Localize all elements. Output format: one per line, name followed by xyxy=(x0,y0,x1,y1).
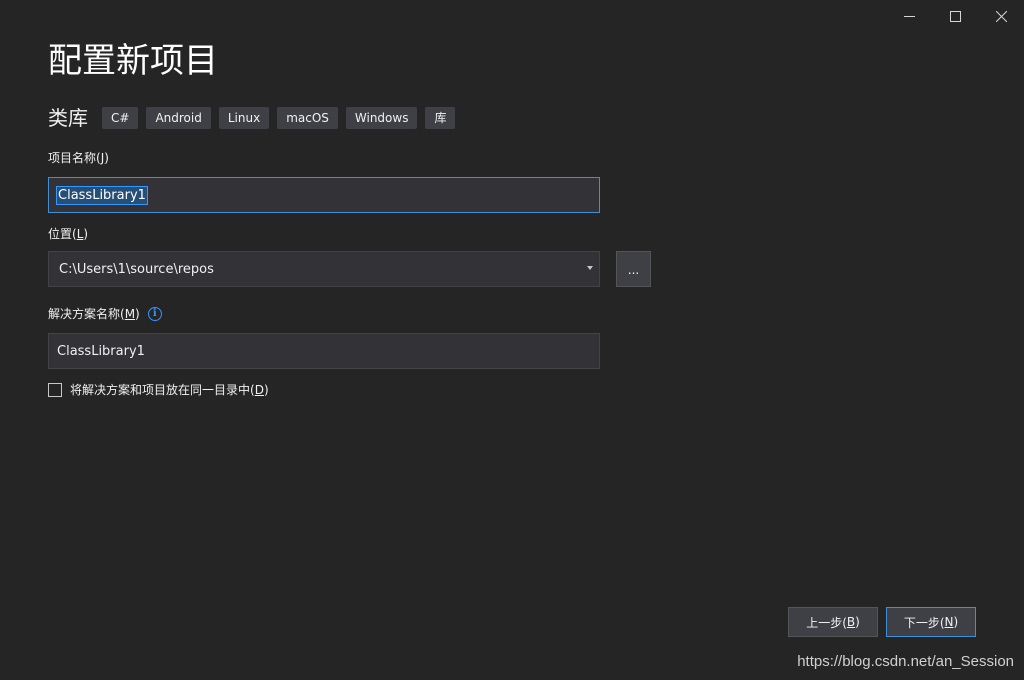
project-name-label-end: ) xyxy=(104,151,109,165)
maximize-button[interactable] xyxy=(932,0,978,32)
close-icon xyxy=(995,10,1007,22)
next-button-label-end: ) xyxy=(953,615,959,629)
configure-project-window: 配置新项目 类库 C# Android Linux macOS Windows … xyxy=(0,0,1024,680)
project-name-value: ClassLibrary1 xyxy=(56,185,148,205)
window-controls xyxy=(886,0,1024,32)
location-label: 位置(L) xyxy=(48,226,88,242)
location-combobox[interactable]: C:\Users\1\source\repos xyxy=(48,251,600,287)
template-name: 类库 xyxy=(48,106,88,130)
location-value: C:\Users\1\source\repos xyxy=(59,261,214,277)
tag-windows: Windows xyxy=(345,107,418,129)
tag-linux: Linux xyxy=(218,107,270,129)
maximize-icon xyxy=(949,10,961,22)
minimize-button[interactable] xyxy=(886,0,932,32)
location-label-end: ) xyxy=(83,227,89,241)
solution-name-label: 解决方案名称(M) i xyxy=(48,306,162,322)
browse-button-label: ... xyxy=(627,263,640,277)
project-name-input[interactable]: ClassLibrary1 xyxy=(48,177,600,213)
project-name-label-text: 项目名称( xyxy=(48,151,101,165)
template-tag-row: 类库 C# Android Linux macOS Windows 库 xyxy=(48,106,463,130)
next-button-label: 下一步( xyxy=(903,615,945,630)
next-button[interactable]: 下一步(N) xyxy=(886,607,976,637)
location-mnemonic: L xyxy=(76,227,84,241)
solution-name-label-text: 解决方案名称( xyxy=(48,307,125,321)
watermark-text: https://blog.csdn.net/an_Session xyxy=(797,653,1014,670)
location-label-text: 位置( xyxy=(48,227,77,241)
same-directory-label: 将解决方案和项目放在同一目录中( xyxy=(70,383,255,397)
back-button-mnemonic: B xyxy=(846,615,856,629)
tag-android: Android xyxy=(146,107,211,129)
tag-macos: macOS xyxy=(277,107,338,129)
project-name-label: 项目名称(J) xyxy=(48,150,109,166)
minimize-icon xyxy=(903,15,915,17)
tag-library: 库 xyxy=(425,107,456,129)
same-directory-checkbox[interactable] xyxy=(48,382,62,397)
page-title: 配置新项目 xyxy=(48,41,218,81)
chevron-down-icon[interactable] xyxy=(587,266,593,270)
close-button[interactable] xyxy=(978,0,1024,32)
info-icon[interactable]: i xyxy=(147,307,162,321)
solution-name-input[interactable]: ClassLibrary1 xyxy=(48,333,600,369)
same-directory-option[interactable]: 将解决方案和项目放在同一目录中(D) xyxy=(48,381,269,398)
next-button-mnemonic: N xyxy=(944,615,954,629)
back-button[interactable]: 上一步(B) xyxy=(788,607,878,637)
back-button-label: 上一步( xyxy=(806,615,847,630)
browse-button[interactable]: ... xyxy=(616,251,651,287)
solution-name-label-end: ) xyxy=(135,307,140,321)
tag-csharp: C# xyxy=(102,107,139,129)
same-directory-label-end: ) xyxy=(263,382,269,397)
solution-name-value: ClassLibrary1 xyxy=(57,343,145,359)
same-directory-mnemonic: D xyxy=(254,382,264,397)
back-button-label-end: ) xyxy=(855,615,860,629)
solution-name-mnemonic: M xyxy=(124,307,136,321)
